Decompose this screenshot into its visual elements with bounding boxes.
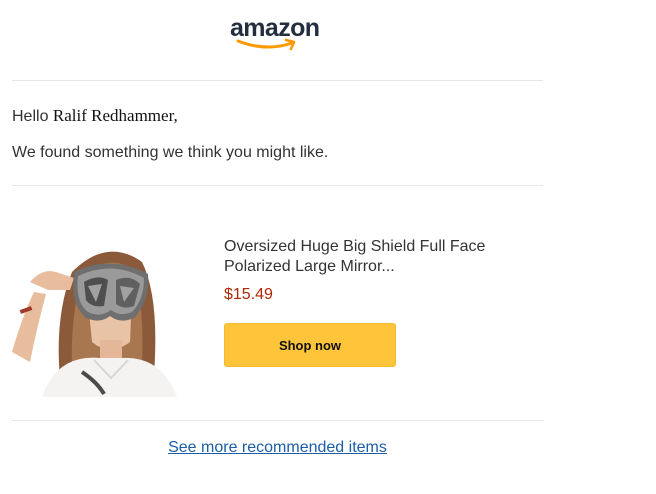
product-price: $15.49 [224,286,273,303]
see-more-container: See more recommended items [0,438,555,458]
product-title[interactable]: Oversized Huge Big Shield Full Face Pola… [224,237,524,277]
footer-divider [12,420,543,421]
email-body: amazon Hello Ralif Redhammer, We found s… [0,0,656,494]
greeting-line: Hello Ralif Redhammer, [12,106,178,127]
greeting-hello: Hello [12,108,53,125]
content-divider [12,185,543,186]
shop-now-button[interactable]: Shop now [224,323,396,367]
product-image[interactable] [12,232,201,397]
product-photo-icon [12,232,201,397]
see-more-link[interactable]: See more recommended items [168,439,387,456]
intro-text: We found something we think you might li… [12,144,329,161]
header-divider [12,80,543,81]
amazon-smile-icon [236,38,296,51]
recipient-name: Ralif Redhammer, [52,106,178,125]
amazon-logo[interactable]: amazon [230,14,326,51]
